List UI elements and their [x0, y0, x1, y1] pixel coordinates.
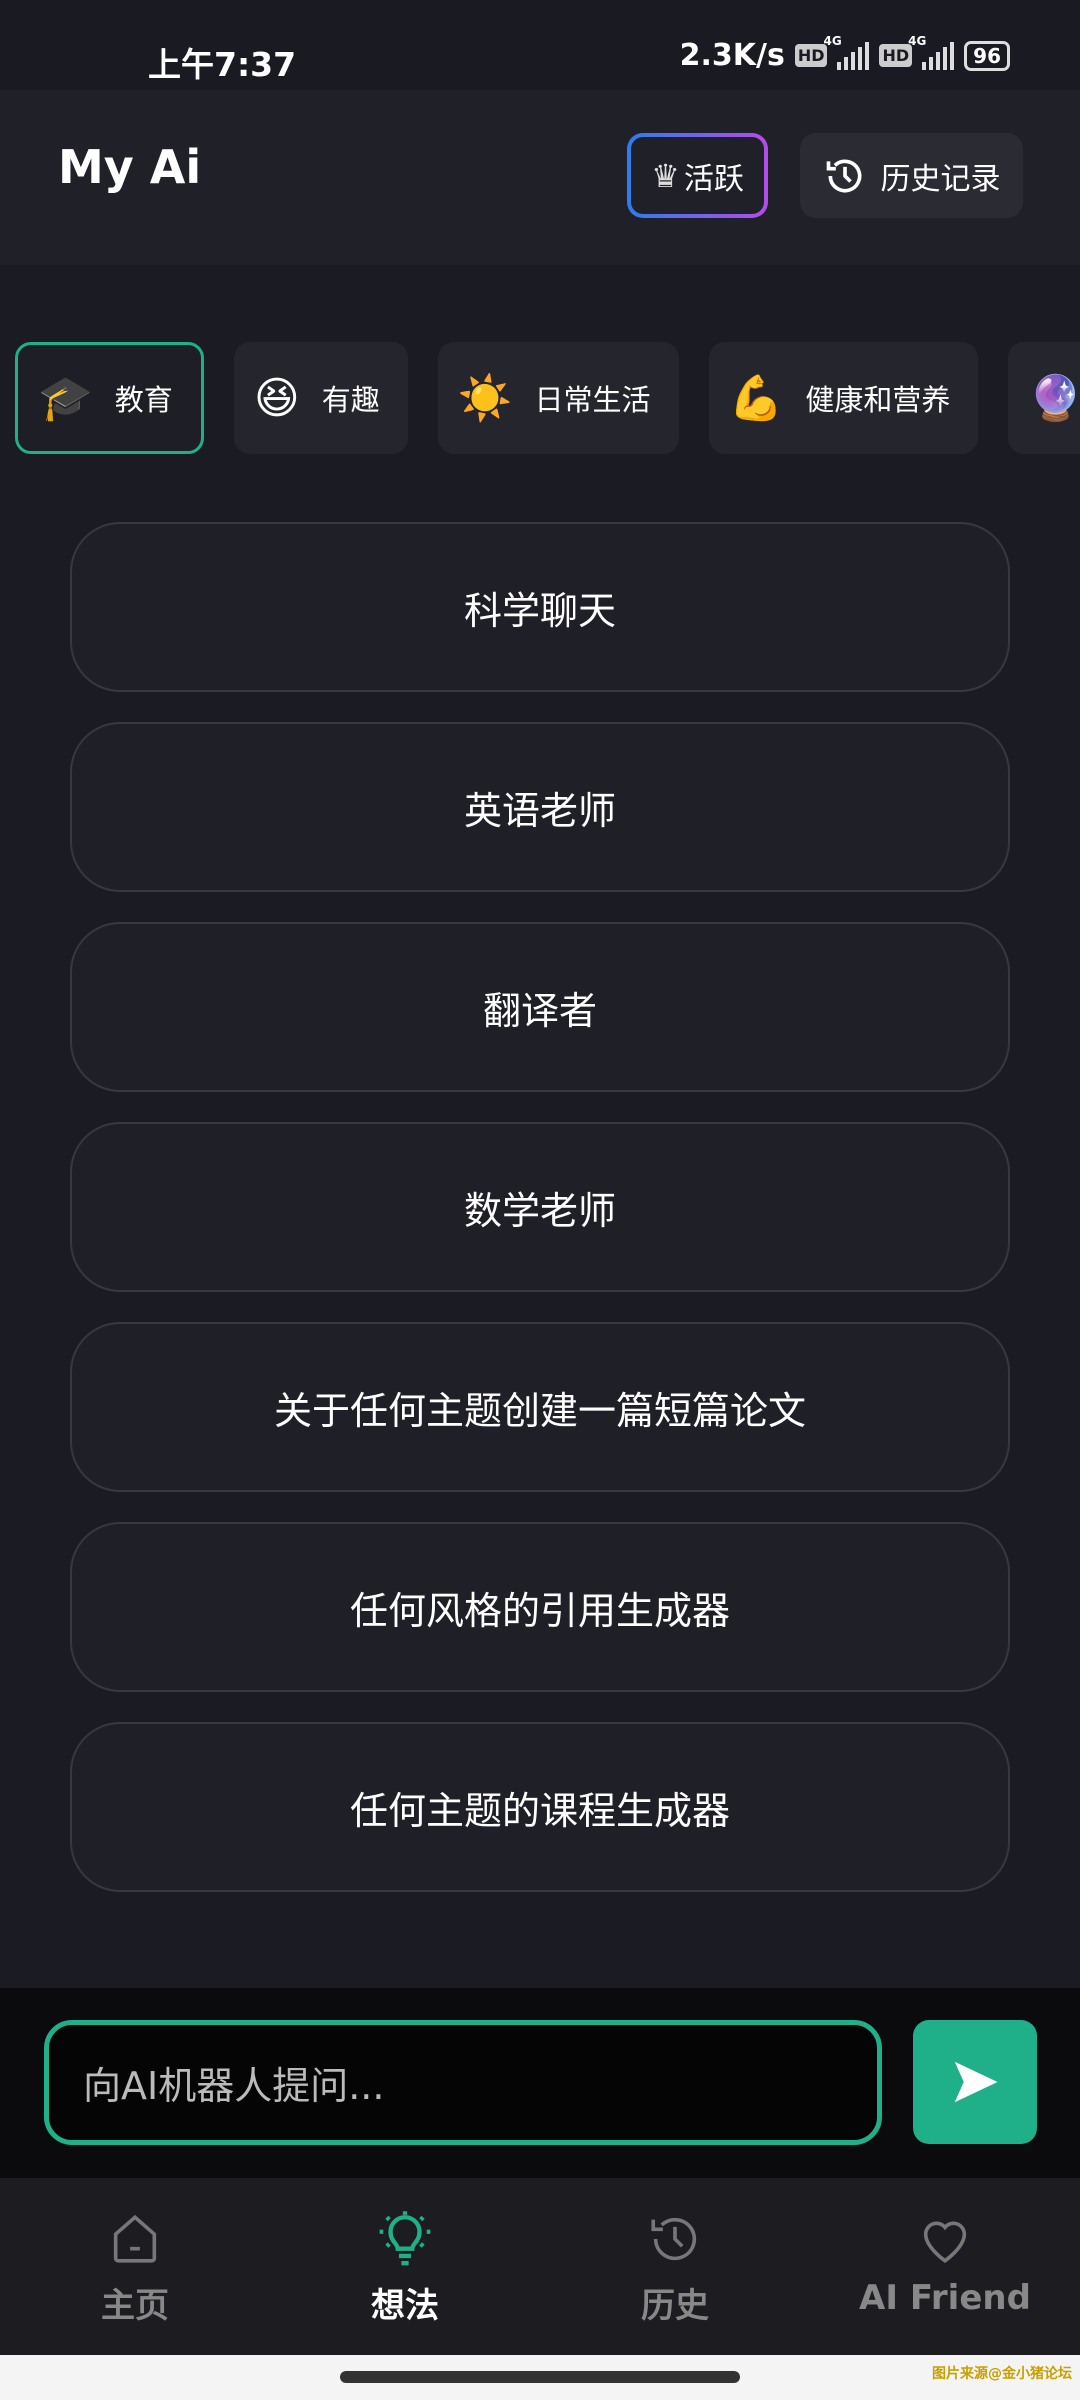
- signal-icon: 4G: [908, 34, 955, 70]
- active-label: 活跃: [683, 161, 744, 197]
- history-label: 历史记录: [880, 161, 1001, 197]
- category-label: 教育: [114, 383, 173, 417]
- home-icon: [113, 2214, 157, 2263]
- prompt-input[interactable]: 向AI机器人提问...: [44, 2020, 882, 2145]
- category-fun[interactable]: 😆 有趣: [233, 342, 408, 454]
- signal-icon: 4G: [823, 34, 870, 70]
- flexed-bicep-icon: 💪: [728, 373, 784, 424]
- nav-ai-friend[interactable]: AI Friend: [810, 2178, 1080, 2355]
- laughing-face-icon: 😆: [253, 372, 300, 424]
- crown-icon: ♛: [651, 156, 680, 195]
- system-gesture-bar: 图片来源@金小猪论坛: [0, 2355, 1080, 2400]
- category-label: 日常生活: [534, 383, 651, 417]
- nav-ideas[interactable]: 想法: [270, 2178, 540, 2355]
- category-tabs: 🎓 教育 😆 有趣 ☀️ 日常生活 💪 健康和营养 🔮: [15, 342, 1080, 454]
- category-label: 健康和营养: [805, 383, 951, 417]
- crystal-ball-icon: 🔮: [1028, 373, 1080, 424]
- send-button[interactable]: [913, 2020, 1037, 2144]
- category-daily-life[interactable]: ☀️ 日常生活: [437, 342, 679, 454]
- nav-label: 历史: [641, 2286, 709, 2326]
- sun-icon: ☀️: [457, 373, 513, 424]
- app-title: My Ai: [58, 140, 202, 194]
- category-more[interactable]: 🔮: [1008, 342, 1080, 454]
- category-education[interactable]: 🎓 教育: [15, 342, 204, 454]
- graduation-cap-icon: 🎓: [38, 373, 93, 424]
- nav-history[interactable]: 历史: [540, 2178, 810, 2355]
- prompt-card[interactable]: 数学老师: [70, 1122, 1010, 1292]
- send-icon: [954, 2061, 998, 2103]
- clock: 上午7:37: [148, 45, 297, 84]
- nav-label: 想法: [371, 2286, 439, 2326]
- prompt-card[interactable]: 翻译者: [70, 922, 1010, 1092]
- category-health[interactable]: 💪 健康和营养: [708, 342, 979, 454]
- history-button[interactable]: 历史记录: [800, 133, 1023, 218]
- prompt-list: 科学聊天 英语老师 翻译者 数学老师 关于任何主题创建一篇短篇论文 任何风格的引…: [70, 522, 1010, 1922]
- nav-home[interactable]: 主页: [0, 2178, 270, 2355]
- nav-label: 主页: [101, 2286, 169, 2326]
- category-label: 有趣: [321, 383, 380, 417]
- prompt-card[interactable]: 任何主题的课程生成器: [70, 1722, 1010, 1892]
- net-speed: 2.3K/s: [679, 38, 785, 73]
- active-button[interactable]: ♛ 活跃: [627, 133, 768, 218]
- history-icon: [651, 2217, 697, 2261]
- app-header: My Ai ♛ 活跃 历史记录: [0, 90, 1080, 265]
- input-bar: 向AI机器人提问...: [0, 1988, 1080, 2178]
- home-handle[interactable]: [340, 2371, 740, 2383]
- bottom-nav: 主页 想法 历史 AI Friend: [0, 2178, 1080, 2355]
- heart-icon: [923, 2221, 967, 2263]
- watermark: 图片来源@金小猪论坛: [932, 2366, 1072, 2382]
- prompt-card[interactable]: 科学聊天: [70, 522, 1010, 692]
- history-icon: [826, 159, 861, 192]
- prompt-card[interactable]: 英语老师: [70, 722, 1010, 892]
- lightbulb-icon: [379, 2211, 431, 2266]
- prompt-card[interactable]: 任何风格的引用生成器: [70, 1522, 1010, 1692]
- prompt-card[interactable]: 关于任何主题创建一篇短篇论文: [70, 1322, 1010, 1492]
- battery-icon: 96: [964, 40, 1010, 71]
- nav-label: AI Friend: [859, 2278, 1031, 2318]
- status-bar: 上午7:37 2.3K/s HD 4G HD 4G 96: [0, 0, 1080, 90]
